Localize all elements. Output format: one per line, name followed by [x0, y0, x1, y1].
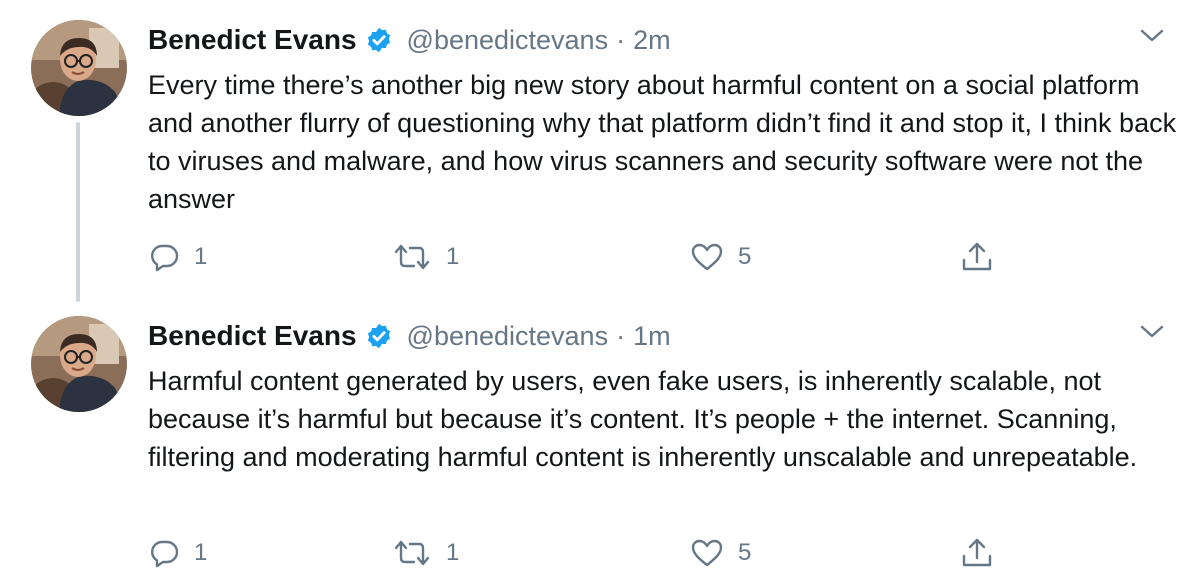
share-icon: [960, 536, 994, 570]
heart-icon: [690, 241, 724, 273]
like-count: 5: [738, 539, 752, 566]
thread-line: [76, 122, 80, 302]
reply-button[interactable]: 1: [148, 530, 207, 576]
tweet[interactable]: Benedict Evans @benedictevans · 2m Every…: [0, 0, 1190, 302]
tweet-text: Harmful content generated by users, even…: [148, 366, 1138, 472]
action-bar: 1 1 5: [148, 530, 1148, 576]
retweet-icon: [392, 241, 432, 273]
retweet-button[interactable]: 1: [392, 530, 459, 576]
chevron-down-icon[interactable]: [1137, 320, 1167, 344]
heart-icon: [690, 537, 724, 569]
tweet[interactable]: Benedict Evans @benedictevans · 1m Harmf…: [0, 296, 1190, 580]
reply-count: 1: [194, 539, 208, 566]
retweet-count: 1: [446, 243, 460, 270]
retweet-button[interactable]: 1: [392, 234, 459, 280]
like-count: 5: [738, 243, 752, 270]
tweet-header: Benedict Evans @benedictevans · 2m: [148, 20, 671, 60]
share-icon: [960, 240, 994, 274]
author-handle[interactable]: @benedictevans: [407, 321, 609, 352]
author-name[interactable]: Benedict Evans: [148, 24, 357, 56]
action-bar: 1 1 5: [148, 234, 1148, 280]
verified-badge-icon: [365, 26, 393, 54]
author-name[interactable]: Benedict Evans: [148, 320, 357, 352]
tweet-header: Benedict Evans @benedictevans · 1m: [148, 316, 671, 356]
author-handle[interactable]: @benedictevans: [407, 25, 609, 56]
reply-count: 1: [194, 243, 208, 270]
like-button[interactable]: 5: [690, 234, 751, 280]
timestamp[interactable]: 2m: [633, 25, 671, 56]
tweet-text: Every time there’s another big new story…: [148, 70, 1177, 214]
retweet-count: 1: [446, 539, 460, 566]
reply-icon: [148, 241, 180, 273]
chevron-down-icon[interactable]: [1137, 24, 1167, 48]
timestamp[interactable]: 1m: [633, 321, 671, 352]
verified-badge-icon: [365, 322, 393, 350]
like-button[interactable]: 5: [690, 530, 751, 576]
reply-icon: [148, 537, 180, 569]
avatar[interactable]: [31, 316, 127, 412]
avatar[interactable]: [31, 20, 127, 116]
separator-dot: ·: [616, 24, 626, 55]
share-button[interactable]: [960, 234, 994, 280]
separator-dot: ·: [616, 320, 626, 351]
share-button[interactable]: [960, 530, 994, 576]
retweet-icon: [392, 537, 432, 569]
reply-button[interactable]: 1: [148, 234, 207, 280]
